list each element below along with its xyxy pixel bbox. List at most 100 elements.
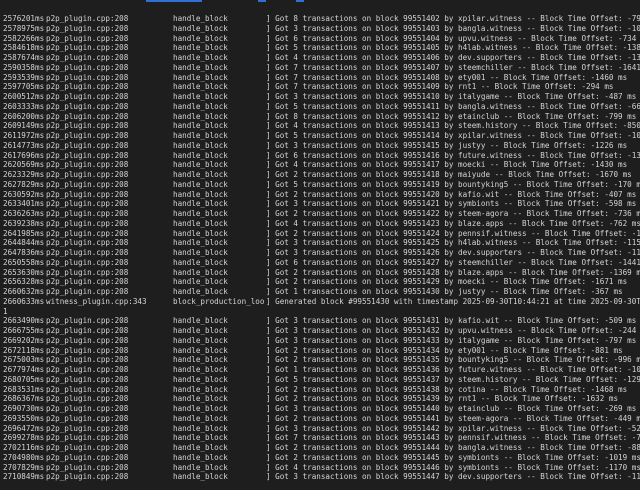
log-source-file: p2p_plugin.cpp:208 <box>46 62 129 72</box>
log-line: 2603333ms p2p_plugin.cpp:208 handle_block]… <box>3 102 640 112</box>
log-line: 2623329ms p2p_plugin.cpp:208 handle_block]… <box>3 170 640 180</box>
log-function: handle_block <box>173 423 228 433</box>
log-timestamp: 1 <box>3 306 8 316</box>
log-line: 2617696ms p2p_plugin.cpp:208 handle_block]… <box>3 151 640 161</box>
log-source-file: p2p_plugin.cpp:208 <box>46 131 129 140</box>
log-source-file: p2p_plugin.cpp:208 <box>46 199 129 209</box>
log-source-file: p2p_plugin.cpp:208 <box>46 92 129 101</box>
log-function: handle_block <box>173 43 228 53</box>
log-line: 2606200ms p2p_plugin.cpp:208 handle_block]… <box>3 112 640 122</box>
log-source-file: p2p_plugin.cpp:208 <box>46 287 129 296</box>
log-source-file: p2p_plugin.cpp:208 <box>46 140 129 150</box>
log-line: 1 <box>3 307 640 317</box>
log-line: 2690730ms p2p_plugin.cpp:208 handle_block]… <box>3 404 640 414</box>
log-message: ] Got 4 transactions on block 99551413 b… <box>266 121 640 131</box>
log-source-file: p2p_plugin.cpp:208 <box>46 53 129 62</box>
log-message: ] Got 2 transactions on block 99551422 b… <box>266 209 640 218</box>
log-line: 2582266ms p2p_plugin.cpp:208 handle_block]… <box>3 34 640 44</box>
log-timestamp: 2590358ms <box>3 62 45 72</box>
log-line: 2683531ms p2p_plugin.cpp:208 handle_block]… <box>3 385 640 395</box>
log-line: 2600512ms p2p_plugin.cpp:208 handle_block]… <box>3 92 640 102</box>
log-line: 2699278ms p2p_plugin.cpp:208 handle_block]… <box>3 433 640 443</box>
log-source-file: p2p_plugin.cpp:208 <box>46 238 129 248</box>
log-function: handle_block <box>173 160 228 170</box>
log-timestamp: 2617696ms <box>3 150 45 160</box>
log-message: ] Got 1 transactions on block 99551430 b… <box>266 287 623 296</box>
log-timestamp: 2630592ms <box>3 189 45 199</box>
log-timestamp: 2704980ms <box>3 452 45 462</box>
log-source-file: p2p_plugin.cpp:208 <box>46 394 129 404</box>
log-function: handle_block <box>173 433 228 443</box>
log-function: handle_block <box>173 218 228 228</box>
log-function: handle_block <box>173 335 228 345</box>
log-source-file: p2p_plugin.cpp:208 <box>46 228 129 238</box>
log-source-file: p2p_plugin.cpp:208 <box>46 160 129 170</box>
tab-indicator <box>296 0 304 2</box>
log-timestamp: 2702116ms <box>3 443 45 452</box>
log-line: 2656328ms p2p_plugin.cpp:208 handle_block]… <box>3 277 640 287</box>
log-line: 2660633ms witness_plugin.cpp:343 block_pro… <box>3 297 640 307</box>
log-line: 2641985ms p2p_plugin.cpp:208 handle_block]… <box>3 229 640 239</box>
log-function: handle_block <box>173 413 228 423</box>
log-timestamp: 2677974ms <box>3 365 45 374</box>
log-function: handle_block <box>173 140 228 150</box>
log-function: handle_block <box>173 345 228 355</box>
terminal-window[interactable]: 2576201ms p2p_plugin.cpp:208 handle_block]… <box>0 0 640 490</box>
log-message: ] Got 3 transactions on block 99551421 b… <box>266 199 637 209</box>
log-function: handle_block <box>173 462 228 472</box>
log-timestamp: 2576201ms <box>3 14 45 23</box>
log-function: handle_block <box>173 101 228 111</box>
log-source-file: p2p_plugin.cpp:208 <box>46 452 129 462</box>
log-message: ] Got 7 transactions on block 99551443 b… <box>266 433 640 443</box>
log-line: 2611972ms p2p_plugin.cpp:208 handle_block]… <box>3 131 640 141</box>
log-source-file: p2p_plugin.cpp:208 <box>46 111 129 121</box>
log-message: ] Got 3 transactions on block 99551403 b… <box>266 23 640 33</box>
log-source-file: p2p_plugin.cpp:208 <box>46 267 129 277</box>
log-function: handle_block <box>173 472 228 482</box>
log-timestamp: 2611972ms <box>3 131 45 140</box>
log-line: 2597705ms p2p_plugin.cpp:208 handle_block]… <box>3 82 640 92</box>
log-function: handle_block <box>173 92 228 101</box>
log-timestamp: 2600512ms <box>3 92 45 101</box>
log-function: handle_block <box>173 277 228 287</box>
log-timestamp: 2653630ms <box>3 267 45 277</box>
log-message: ] Got 4 transactions on block 99551423 b… <box>266 218 640 228</box>
log-message: ] Got 2 transactions on block 99551429 b… <box>266 277 628 287</box>
log-timestamp: 2707829ms <box>3 462 45 472</box>
log-timestamp: 2647836ms <box>3 248 45 257</box>
log-function: handle_block <box>173 23 228 33</box>
log-message: ] Got 6 transactions on block 99551416 b… <box>266 150 640 160</box>
log-timestamp: 2690730ms <box>3 404 45 413</box>
log-timestamp: 2660632ms <box>3 287 45 296</box>
log-function: handle_block <box>173 238 228 248</box>
log-message: ] Got 2 transactions on block 99551441 b… <box>266 413 640 423</box>
log-timestamp: 2663490ms <box>3 316 45 326</box>
log-message: ] Got 2 transactions on block 99551439 b… <box>266 394 619 404</box>
log-source-file: p2p_plugin.cpp:208 <box>46 170 129 179</box>
log-line: 2672118ms p2p_plugin.cpp:208 handle_block]… <box>3 346 640 356</box>
log-timestamp: 2641985ms <box>3 228 45 238</box>
log-message: ] Got 5 transactions on block 99551411 b… <box>266 101 640 111</box>
log-timestamp: 2666755ms <box>3 326 45 335</box>
log-message: ] Got 5 transactions on block 99551414 b… <box>266 131 640 140</box>
log-line: 2663490ms p2p_plugin.cpp:208 handle_block]… <box>3 316 640 326</box>
log-source-file: p2p_plugin.cpp:208 <box>46 443 129 452</box>
log-function: handle_block <box>173 443 228 452</box>
log-line: 2660632ms p2p_plugin.cpp:208 handle_block]… <box>3 287 640 297</box>
log-timestamp: 2636263ms <box>3 209 45 218</box>
log-source-file: p2p_plugin.cpp:208 <box>46 121 129 131</box>
log-source-file: p2p_plugin.cpp:208 <box>46 384 129 394</box>
log-function: handle_block <box>173 72 228 82</box>
log-timestamp: 2582266ms <box>3 33 45 43</box>
log-timestamp: 2644844ms <box>3 238 45 248</box>
log-timestamp: 2639238ms <box>3 218 45 228</box>
log-line: 2710849ms p2p_plugin.cpp:208 handle_block]… <box>3 472 640 482</box>
log-line: 2633401ms p2p_plugin.cpp:208 handle_block]… <box>3 199 640 209</box>
log-source-file: p2p_plugin.cpp:208 <box>46 404 129 413</box>
log-function: handle_block <box>173 452 228 462</box>
log-function: handle_block <box>173 267 228 277</box>
log-function: handle_block <box>173 199 228 209</box>
log-source-file: p2p_plugin.cpp:208 <box>46 374 129 384</box>
log-function: handle_block <box>173 209 228 218</box>
log-source-file: p2p_plugin.cpp:208 <box>46 33 129 43</box>
